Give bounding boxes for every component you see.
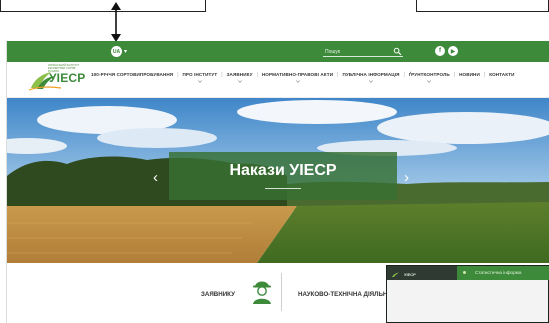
nav-item-label: ЗАЯВНИКУ [226, 72, 253, 77]
nav-item-soil-control[interactable]: ҐРУНТКОНТРОЛЬ [405, 72, 454, 83]
hero-title[interactable]: Накази УІЕСР [169, 162, 397, 180]
social-links: f ▶ [435, 46, 458, 56]
logo-text[interactable]: УІЕСР [49, 71, 85, 85]
nav-item-label: ПРО ІНСТИТУТ [182, 72, 218, 77]
nav-item-centenary[interactable]: 100-РІЧЧЯ СОРТОВИПРОБУВАННЯ [87, 72, 177, 77]
section-divider [281, 273, 282, 311]
section-applicants-link[interactable]: ЗАЯВНИКУ [201, 291, 235, 298]
nav-item-label: ҐРУНТКОНТРОЛЬ [408, 72, 450, 77]
annotation-box-right [416, 0, 549, 12]
chevron-down-icon [197, 80, 202, 83]
youtube-icon[interactable]: ▶ [448, 46, 458, 56]
nav-item-public-info[interactable]: ПУБЛІЧНА ІНФОРМАЦІЯ [338, 72, 403, 83]
nav-item-news[interactable]: НОВИНИ [455, 72, 484, 77]
nav-item-applicants[interactable]: ЗАЯВНИКУ [223, 72, 257, 83]
chevron-down-icon: ▾ [124, 49, 128, 55]
search-input[interactable] [325, 47, 389, 56]
top-bar: UA ▾ f ▶ [7, 41, 549, 62]
chevron-down-icon [427, 80, 432, 83]
popup-brand: УІЕСР [404, 272, 416, 277]
search-box [323, 47, 403, 57]
language-badge[interactable]: UA [111, 46, 122, 57]
farmer-icon [253, 281, 271, 304]
chevron-left-icon[interactable]: ‹ [153, 170, 158, 185]
resize-arrow-icon [111, 2, 121, 42]
chevron-down-icon [295, 80, 300, 83]
nav-item-about[interactable]: ПРО ІНСТИТУТ [179, 72, 222, 83]
hero-caption-panel: Накази УІЕСР [169, 152, 397, 200]
hero-underline [265, 188, 301, 189]
nav-item-legal-acts[interactable]: НОРМАТИВНО-ПРАВОВІ АКТИ [258, 72, 337, 83]
overlay-window[interactable]: УІЕСР Статистична інформа [386, 265, 549, 323]
chevron-right-icon[interactable]: › [404, 170, 409, 185]
popup-menu-item[interactable]: Статистична інформа [457, 266, 549, 280]
annotation-box-left [0, 0, 206, 12]
facebook-icon[interactable]: f [435, 46, 445, 56]
bullet-icon [463, 271, 466, 274]
main-nav: 100-РІЧЧЯ СОРТОВИПРОБУВАННЯ | ПРО ІНСТИТ… [87, 72, 519, 83]
logo-icon [392, 272, 399, 277]
language-switcher[interactable]: UA ▾ [111, 46, 127, 57]
hero-slider: Накази УІЕСР ‹ › [7, 98, 549, 263]
nav-item-label: ПУБЛІЧНА ІНФОРМАЦІЯ [342, 72, 400, 77]
site-header: УКРАЇНСЬКИЙ ІНСТИТУТ ЕКСПЕРТИЗИ СОРТІВ Р… [7, 62, 549, 98]
chevron-down-icon [369, 80, 373, 83]
search-icon[interactable] [393, 47, 402, 56]
nav-item-contacts[interactable]: КОНТАКТИ [485, 72, 518, 77]
nav-item-label: НОРМАТИВНО-ПРАВОВІ АКТИ [261, 72, 334, 77]
popup-menu-label: Статистична інформа [475, 270, 522, 275]
popup-body [387, 280, 548, 322]
chevron-down-icon [237, 80, 242, 83]
